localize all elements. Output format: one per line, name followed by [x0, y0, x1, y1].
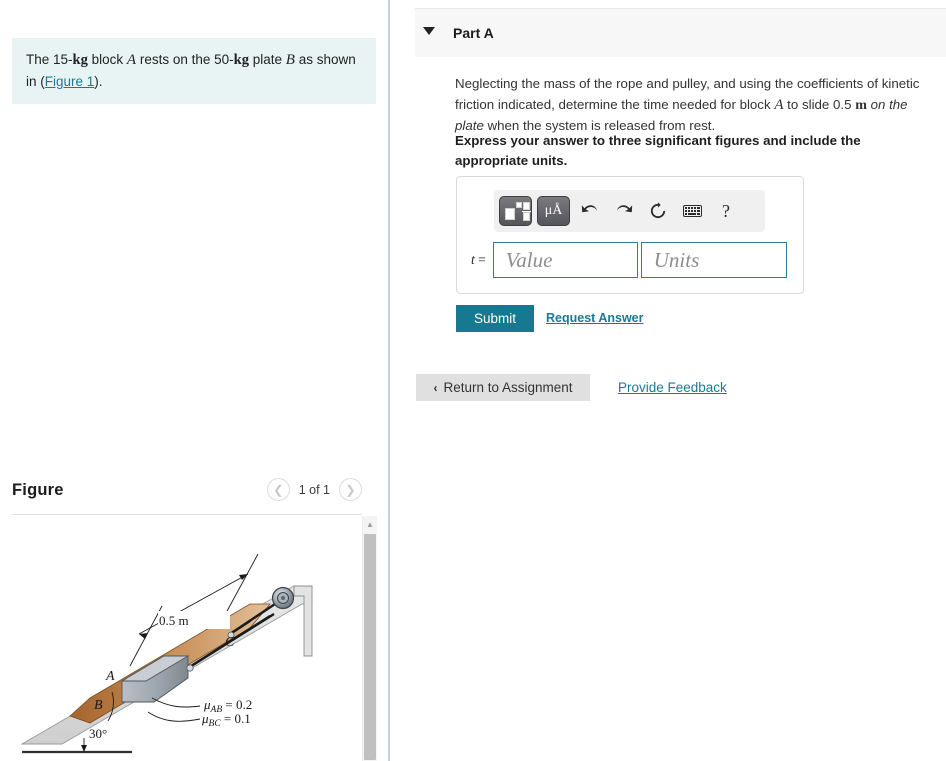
diagram-label-a: A [105, 669, 115, 684]
problem-mass-b: 50 [214, 52, 230, 67]
diagram-distance-label: 0.5 m [159, 613, 189, 628]
figure-viewport: 0.5 m A B C μAB = 0.2 μBC = 0.1 30° [12, 516, 362, 761]
submit-button[interactable]: Submit [456, 305, 534, 332]
question-unit: m [855, 97, 867, 113]
left-panel: The 15-kg block A rests on the 50-kg pla… [0, 0, 388, 761]
part-a-title: Part A [453, 25, 494, 41]
problem-text-2: block [87, 52, 127, 67]
scroll-up-arrow-icon[interactable]: ▲ [363, 516, 377, 532]
help-icon[interactable]: ? [711, 197, 741, 225]
problem-text-3: rests on the [136, 52, 215, 67]
problem-unit-b: kg [233, 52, 249, 68]
answer-units-placeholder: Units [653, 247, 700, 272]
reset-icon[interactable] [643, 197, 673, 225]
provide-feedback-link[interactable]: Provide Feedback [618, 380, 727, 395]
undo-icon[interactable] [575, 197, 605, 225]
reset-circular-arrow-glyph [650, 202, 666, 219]
figure-1-link[interactable]: Figure 1 [45, 74, 95, 89]
chevron-left-icon: ‹ [433, 380, 438, 395]
figure-title: Figure [12, 481, 64, 499]
answer-input-row: t = Value Units [471, 242, 787, 278]
redo-arrow-glyph [617, 205, 633, 213]
question-mid: to slide [783, 96, 834, 112]
figure-header: Figure ❮ 1 of 1 ❯ [12, 478, 376, 514]
figure-next-button[interactable]: ❯ [339, 478, 362, 501]
right-panel: Part A Neglecting the mass of the rope a… [390, 0, 946, 761]
figure-navigation: ❮ 1 of 1 ❯ [266, 478, 362, 501]
question-distance: 0.5 [833, 96, 852, 112]
problem-text-4: plate [248, 52, 286, 67]
part-collapse-toggle-icon[interactable] [423, 27, 435, 35]
problem-statement: The 15-kg block A rests on the 50-kg pla… [12, 38, 376, 105]
figure-scrollbar[interactable]: ▲ [362, 516, 377, 761]
answer-value-placeholder: Value [505, 247, 553, 272]
answer-units-input[interactable]: Units [640, 242, 787, 278]
keyboard-glyph [682, 205, 702, 217]
figure-divider [12, 514, 362, 515]
greek-units-icon[interactable]: μÅ [537, 196, 570, 226]
diagram-label-b: B [94, 698, 103, 713]
figure-prev-button[interactable]: ❮ [266, 478, 290, 501]
help-glyph: ? [722, 200, 730, 221]
figure-count-label: 1 of 1 [298, 482, 330, 497]
answer-value-input[interactable]: Value [492, 242, 638, 278]
question-text: Neglecting the mass of the rope and pull… [455, 74, 936, 136]
problem-block-a: A [126, 52, 137, 68]
greek-units-label: μÅ [544, 203, 563, 218]
request-answer-link[interactable]: Request Answer [546, 311, 643, 325]
answer-toolbar: μÅ ? [494, 190, 765, 232]
redo-icon[interactable] [609, 197, 639, 225]
problem-text-1: The [26, 52, 54, 67]
scrollbar-thumb[interactable] [364, 534, 376, 760]
part-a-header[interactable]: Part A [415, 8, 946, 57]
problem-block-b: B [285, 52, 295, 68]
diagram-mu-bc: μBC = 0.1 [201, 711, 251, 729]
instruction-text: Express your answer to three significant… [455, 133, 861, 168]
answer-entry-box: μÅ ? t = Value Units [456, 176, 804, 294]
answer-variable-label: t = [471, 252, 486, 267]
return-to-assignment-button[interactable]: ‹ Return to Assignment [416, 374, 590, 401]
math-template-icon[interactable] [499, 196, 532, 226]
undo-arrow-glyph [581, 205, 597, 213]
incline-diagram: 0.5 m A B C μAB = 0.2 μBC = 0.1 30° [20, 553, 313, 754]
diagram-label-c: C [225, 635, 235, 650]
problem-unit-a: kg [72, 52, 88, 68]
problem-mass-a: 15 [53, 52, 69, 67]
return-to-assignment-label: Return to Assignment [443, 380, 573, 395]
problem-text-6: ). [94, 73, 103, 89]
diagram-angle-label: 30° [89, 726, 107, 741]
keyboard-icon[interactable] [677, 197, 707, 225]
